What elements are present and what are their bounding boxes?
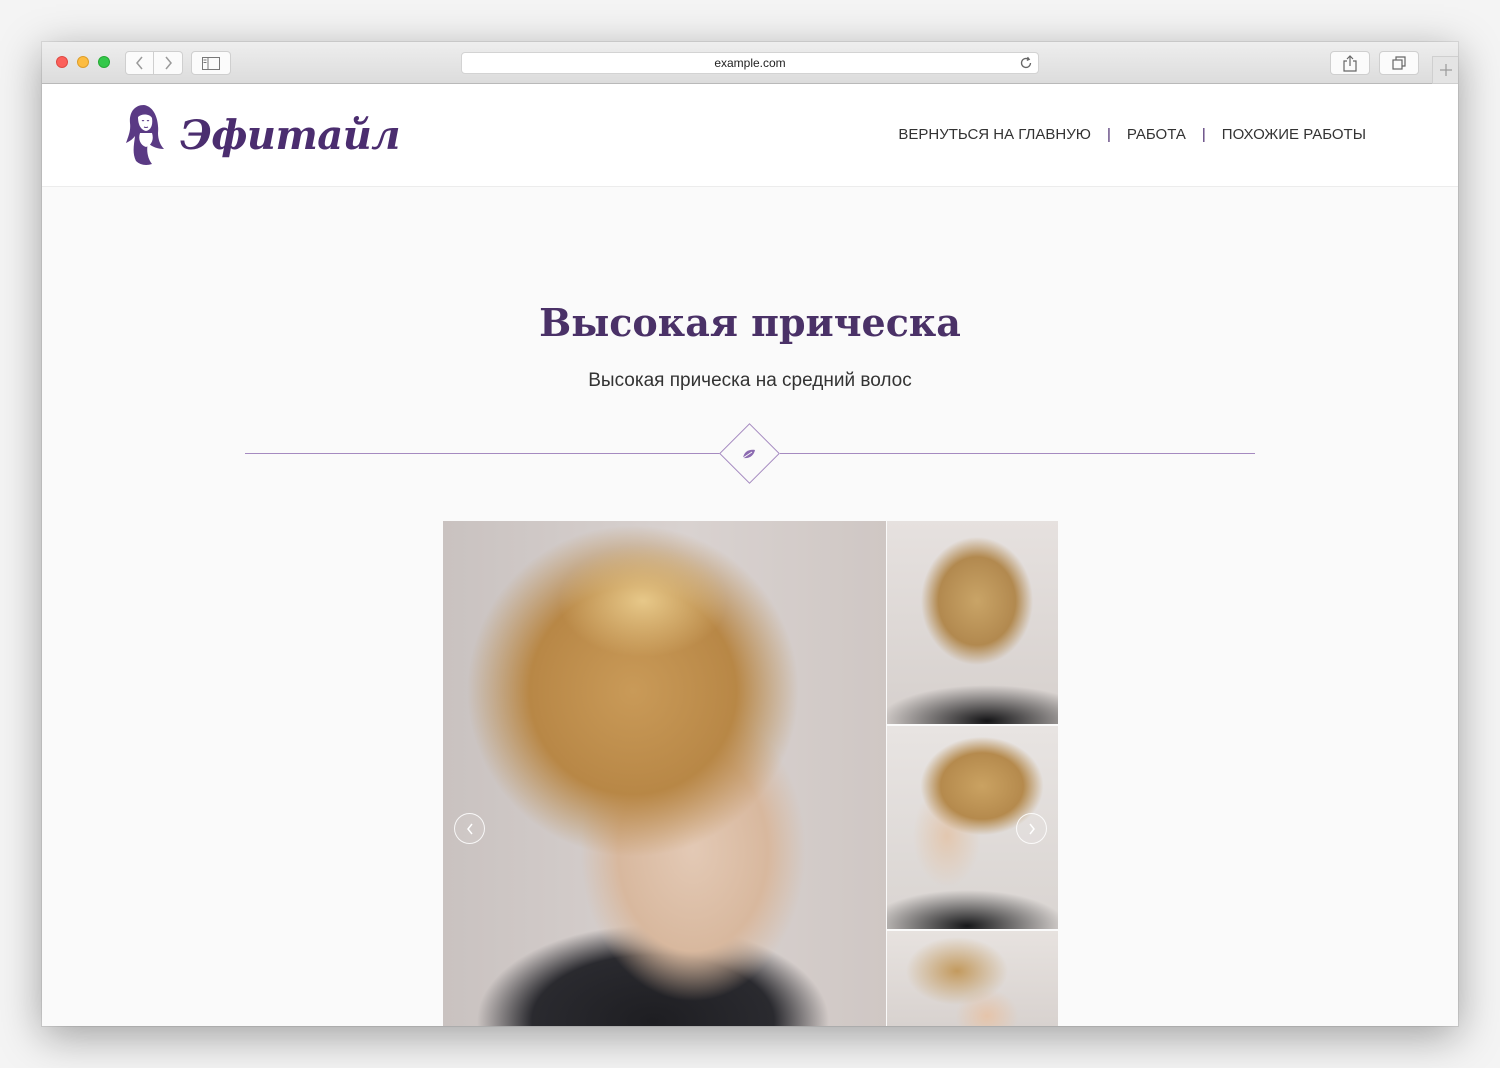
logo-text: Эфитайл xyxy=(180,111,401,159)
sidebar-icon xyxy=(202,56,220,70)
chevron-right-icon xyxy=(1028,823,1035,834)
nav-link-home[interactable]: ВЕРНУТЬСЯ НА ГЛАВНУЮ xyxy=(898,126,1091,143)
divider-line-left xyxy=(245,453,720,454)
photo-gallery xyxy=(443,521,1058,1026)
gallery-main-photo[interactable] xyxy=(443,521,886,1026)
gallery-thumbnail[interactable] xyxy=(887,931,1058,1026)
show-tabs-button[interactable] xyxy=(1379,51,1419,75)
site-header: Эфитайл ВЕРНУТЬСЯ НА ГЛАВНУЮ | РАБОТА | … xyxy=(42,84,1458,187)
chevron-left-icon xyxy=(466,823,473,834)
address-bar[interactable]: example.com xyxy=(461,52,1039,74)
forward-button[interactable] xyxy=(154,51,183,75)
minimize-window-button[interactable] xyxy=(77,56,89,68)
new-tab-button[interactable] xyxy=(1432,56,1458,84)
leaf-icon xyxy=(742,449,755,459)
url-text: example.com xyxy=(714,56,786,70)
zoom-window-button[interactable] xyxy=(98,56,110,68)
nav-separator: | xyxy=(1106,126,1111,143)
gallery-next-button[interactable] xyxy=(1016,813,1047,844)
site-logo[interactable]: Эфитайл xyxy=(124,103,401,167)
chevron-right-icon xyxy=(165,56,172,70)
back-button[interactable] xyxy=(125,51,154,75)
woman-silhouette-icon xyxy=(126,105,164,165)
gallery-prev-button[interactable] xyxy=(454,813,485,844)
share-button[interactable] xyxy=(1330,51,1370,75)
reload-icon[interactable] xyxy=(1019,56,1033,70)
browser-window: example.com Эфитайл ВЕРНУТЬСЯ НА ГЛАВНУЮ xyxy=(42,42,1458,1026)
nav-link-similar-works[interactable]: ПОХОЖИЕ РАБОТЫ xyxy=(1222,126,1366,143)
nav-link-work[interactable]: РАБОТА xyxy=(1127,126,1186,143)
divider-line-right xyxy=(780,453,1255,454)
sidebar-button[interactable] xyxy=(191,51,231,75)
browser-toolbar: example.com xyxy=(42,42,1458,84)
nav-separator: | xyxy=(1201,126,1206,143)
share-icon xyxy=(1343,54,1357,72)
gallery-thumbnail[interactable] xyxy=(887,521,1058,724)
page-title: Высокая прическа xyxy=(539,300,961,345)
page-subtitle: Высокая прическа на средний волос xyxy=(588,370,912,391)
close-window-button[interactable] xyxy=(56,56,68,68)
main-nav: ВЕРНУТЬСЯ НА ГЛАВНУЮ | РАБОТА | ПОХОЖИЕ … xyxy=(898,126,1366,143)
plus-icon xyxy=(1439,64,1452,76)
chevron-left-icon xyxy=(135,56,143,70)
tabs-icon xyxy=(1391,56,1406,70)
